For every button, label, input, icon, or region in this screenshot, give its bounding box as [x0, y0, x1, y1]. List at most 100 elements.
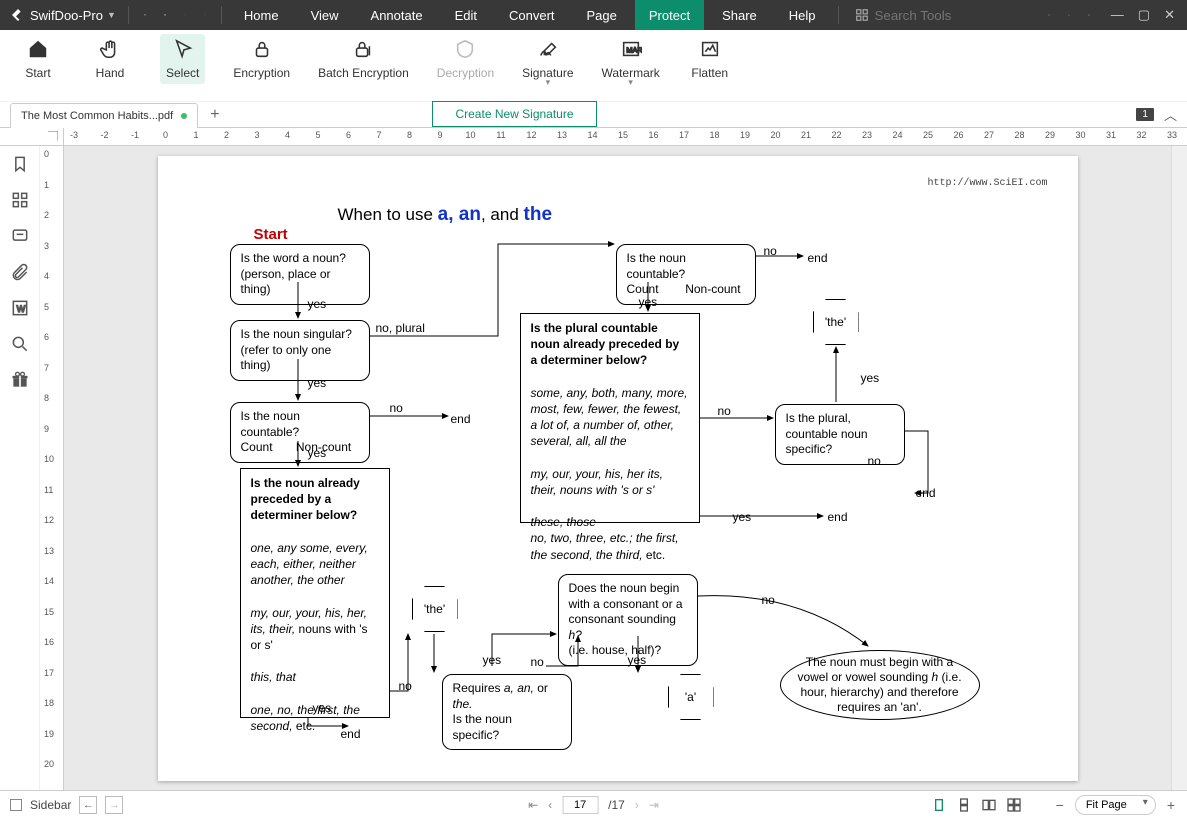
page-input[interactable] — [562, 796, 598, 814]
start-label: Start — [254, 226, 288, 243]
node-singular: Is the noun singular?(refer to only one … — [230, 320, 370, 381]
collapse-ribbon-icon[interactable]: ︿ — [1164, 105, 1177, 124]
separator — [221, 6, 222, 24]
last-page-icon[interactable]: ⇥ — [649, 798, 659, 812]
menu-view[interactable]: View — [297, 0, 353, 30]
search-icon[interactable] — [10, 334, 30, 354]
zoom-select[interactable]: Fit Page — [1075, 795, 1156, 815]
lbl-yes: yes — [308, 446, 327, 460]
ribbon-start[interactable]: Start — [16, 38, 60, 80]
lbl-end: end — [341, 727, 361, 741]
page-total: /17 — [608, 798, 625, 812]
undo-icon[interactable] — [177, 7, 193, 23]
oct-a: 'a' — [668, 674, 714, 720]
comments-icon[interactable] — [10, 226, 30, 246]
oct-the-2: 'the' — [412, 586, 458, 632]
view-single-icon[interactable] — [931, 797, 947, 813]
ribbon-encryption[interactable]: Encryption — [233, 38, 290, 80]
minimize-icon[interactable]: — — [1111, 7, 1124, 23]
word-export-icon[interactable]: W — [10, 298, 30, 318]
view-continuous-icon[interactable] — [956, 797, 972, 813]
menu-edit[interactable]: Edit — [441, 0, 491, 30]
ribbon-hand[interactable]: Hand — [88, 38, 132, 80]
node-countable-2: Is the noun countable?Count Non-count — [616, 244, 756, 305]
menu-protect[interactable]: Protect — [635, 0, 704, 30]
horizontal-ruler-row: -3-2-10123456789101112131415161718192021… — [0, 128, 1187, 146]
lbl-no-plural: no, plural — [376, 321, 425, 335]
lbl-no: no — [764, 244, 777, 258]
menu-annotate[interactable]: Annotate — [357, 0, 437, 30]
ribbon-batch-encryption[interactable]: Batch Encryption — [318, 38, 409, 80]
menu-help[interactable]: Help — [775, 0, 830, 30]
vertical-scrollbar[interactable] — [1171, 146, 1187, 790]
first-page-icon[interactable]: ⇤ — [528, 798, 538, 812]
user-icon[interactable] — [1061, 7, 1077, 23]
print-icon[interactable] — [157, 7, 173, 23]
nav-next-icon[interactable]: → — [105, 796, 123, 814]
ribbon-watermark[interactable]: MARK Watermark ▾ — [602, 38, 660, 80]
attachments-icon[interactable] — [10, 262, 30, 282]
cursor-icon — [172, 38, 194, 60]
menu-share[interactable]: Share — [708, 0, 771, 30]
nav-prev-icon[interactable]: ← — [79, 796, 97, 814]
add-tab-button[interactable]: + — [206, 106, 223, 124]
lbl-yes: yes — [639, 295, 658, 309]
menu-convert[interactable]: Convert — [495, 0, 569, 30]
redo-icon[interactable] — [197, 7, 213, 23]
lbl-no: no — [399, 679, 412, 693]
close-icon[interactable]: ✕ — [1164, 7, 1175, 23]
lbl-end: end — [808, 251, 828, 265]
modified-dot-icon — [181, 113, 187, 119]
lbl-yes: yes — [861, 371, 880, 385]
ruler-origin-icon — [46, 129, 60, 143]
swifdoo-logo-icon — [10, 7, 26, 23]
caret-down-icon[interactable]: ▾ — [628, 77, 633, 88]
ribbon-select[interactable]: Select — [160, 34, 205, 84]
ribbon-flatten[interactable]: Flatten — [688, 38, 732, 80]
lbl-no: no — [531, 655, 544, 669]
view-facing-icon[interactable] — [981, 797, 997, 813]
lbl-end: end — [828, 510, 848, 524]
ribbon: Start Hand Select Encryption Batch Encry… — [0, 30, 1187, 102]
caret-down-icon[interactable]: ▾ — [546, 77, 551, 88]
signature-icon — [537, 38, 559, 60]
page-url: http://www.SciEI.com — [927, 178, 1047, 189]
app-brand: SwifDoo-Pro ▼ — [6, 7, 120, 23]
zoom-out-icon[interactable]: − — [1054, 797, 1066, 813]
next-page-icon[interactable]: › — [635, 798, 639, 812]
sidebar-checkbox[interactable] — [10, 799, 22, 811]
search-tools[interactable] — [847, 8, 983, 23]
flatten-icon — [699, 38, 721, 60]
signature-dropdown-item[interactable]: Create New Signature — [432, 101, 597, 127]
node-plural-specific: Is the plural, countable noun specific? — [775, 404, 905, 465]
document-canvas[interactable]: http://www.SciEI.com When to use a, an, … — [64, 146, 1171, 790]
ruler-corner — [0, 128, 64, 146]
brand-caret-icon[interactable]: ▼ — [107, 10, 116, 20]
cart-icon[interactable] — [1041, 7, 1057, 23]
zoom-in-icon[interactable]: + — [1165, 797, 1177, 813]
gift-icon[interactable] — [10, 370, 30, 390]
ribbon-signature[interactable]: Signature ▾ — [522, 38, 573, 80]
bell-icon[interactable] — [1081, 7, 1097, 23]
lock-icon — [251, 38, 273, 60]
prev-page-icon[interactable]: ‹ — [548, 798, 552, 812]
side-panel: W — [0, 146, 40, 790]
search-grid-icon — [855, 8, 869, 22]
page-badge: 1 — [1136, 108, 1154, 121]
bookmark-icon[interactable] — [10, 154, 30, 174]
lbl-yes: yes — [733, 510, 752, 524]
menu-page[interactable]: Page — [573, 0, 631, 30]
thumbnails-icon[interactable] — [10, 190, 30, 210]
oct-the-1: 'the' — [813, 299, 859, 345]
lbl-yes: yes — [628, 653, 647, 667]
save-icon[interactable] — [137, 7, 153, 23]
maximize-icon[interactable]: ▢ — [1138, 7, 1150, 23]
menu-home[interactable]: Home — [230, 0, 293, 30]
svg-text:MARK: MARK — [626, 46, 642, 55]
document-tab[interactable]: The Most Common Habits...pdf — [10, 103, 198, 128]
view-facing-cont-icon[interactable] — [1006, 797, 1022, 813]
lbl-no: no — [718, 404, 731, 418]
node-requires: Requires a, an, or the.Is the noun speci… — [442, 674, 572, 750]
search-input[interactable] — [875, 8, 975, 23]
document-tabs: The Most Common Habits...pdf + Create Ne… — [0, 102, 1187, 128]
